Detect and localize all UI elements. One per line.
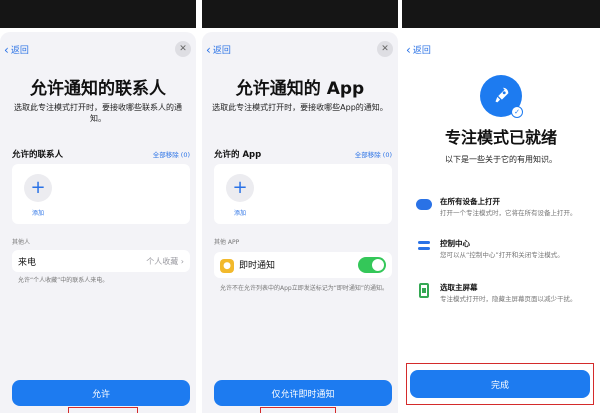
- close-button[interactable]: ✕: [175, 41, 191, 57]
- add-label: 添加: [31, 210, 44, 217]
- focus-ready-sheet: ‹ 返回 ✓ 专注模式已就绪 以下是一些关于它的有用知识。 在所有设备上打开 打…: [402, 32, 600, 413]
- status-bar: [402, 0, 600, 28]
- page-description: 以下是一些关于它的有用知识。: [445, 155, 557, 164]
- feature-detail: 专注模式打开时，隐藏主屏幕页面以减少干扰。: [440, 295, 577, 303]
- back-button[interactable]: ‹ 返回: [406, 42, 431, 57]
- time-sensitive-footnote: 允许不在允许列表中的App立即发送标记为“即时通知”的通知。: [220, 285, 388, 292]
- status-bar: [0, 0, 196, 28]
- highlight-mark: [68, 407, 138, 413]
- back-label: 返回: [10, 46, 29, 56]
- rocket-icon: ✓: [480, 75, 523, 118]
- allowed-contacts-card: + 添加: [12, 164, 190, 224]
- feature-detail: 您可以从“控制中心”打开和关闭专注模式。: [440, 251, 564, 259]
- back-button[interactable]: ‹ 返回: [4, 42, 29, 57]
- add-label: 添加: [233, 210, 246, 217]
- section-header: 允许的 App 全部移除 (0): [214, 148, 392, 160]
- feature-title: 控制中心: [440, 239, 470, 248]
- back-button[interactable]: ‹ 返回: [206, 42, 231, 57]
- calls-footnote: 允许“个人收藏”中的联系人来电。: [18, 277, 109, 284]
- calls-value: 个人收藏 ›: [146, 256, 184, 267]
- contacts-sheet: ‹ 返回 ✕ 允许通知的联系人 选取此专注模式打开时，要接收哪些联系人的通知。 …: [0, 32, 196, 413]
- close-button[interactable]: ✕: [377, 41, 393, 57]
- section-header: 允许的联系人 全部移除 (0): [12, 148, 190, 160]
- plus-icon: +: [232, 177, 248, 198]
- time-sensitive-row: ● 即时通知: [214, 252, 392, 278]
- done-button[interactable]: 完成: [410, 370, 590, 398]
- group-label: 其他人: [12, 239, 31, 246]
- feature-title: 在所有设备上打开: [440, 197, 500, 206]
- page-description: 选取此专注模式打开时，要接收哪些App的通知。: [212, 103, 388, 112]
- group-label: 其他 APP: [214, 239, 240, 246]
- rocket-glyph: [495, 87, 509, 103]
- remove-all-link[interactable]: 全部移除 (0): [153, 149, 190, 159]
- cloud-icon: [416, 196, 432, 212]
- calls-value-text: 个人收藏: [146, 256, 179, 266]
- focus-ready-screen: ‹ 返回 ✓ 专注模式已就绪 以下是一些关于它的有用知识。 在所有设备上打开 打…: [402, 0, 600, 413]
- allow-button[interactable]: 允许: [12, 380, 190, 406]
- calls-row[interactable]: 来电 个人收藏 ›: [12, 250, 190, 272]
- feature-item: 选取主屏幕 专注模式打开时，隐藏主屏幕页面以减少干扰。: [416, 282, 590, 304]
- page-title: 允许通知的联系人: [30, 79, 166, 99]
- check-badge-icon: ✓: [511, 106, 523, 118]
- remove-all-link[interactable]: 全部移除 (0): [355, 149, 392, 159]
- feature-item: 在所有设备上打开 打开一个专注模式时，它将在所有设备上打开。: [416, 196, 590, 218]
- chevron-right-icon: ›: [180, 256, 184, 266]
- home-screen-icon: [416, 282, 432, 298]
- add-contact-button[interactable]: +: [24, 174, 52, 202]
- feature-title: 选取主屏幕: [440, 283, 478, 292]
- feature-text: 选取主屏幕 专注模式打开时，隐藏主屏幕页面以减少干扰。: [440, 282, 577, 304]
- status-bar: [202, 0, 398, 28]
- close-icon: ✕: [381, 44, 389, 54]
- feature-item: 控制中心 您可以从“控制中心”打开和关闭专注模式。: [416, 238, 590, 260]
- back-label: 返回: [212, 46, 231, 56]
- plus-icon: +: [30, 177, 46, 198]
- time-sensitive-label: 即时通知: [239, 260, 276, 271]
- feature-detail: 打开一个专注模式时，它将在所有设备上打开。: [440, 209, 577, 217]
- time-sensitive-toggle[interactable]: [358, 257, 386, 273]
- bell-icon: ●: [220, 258, 234, 273]
- allowed-apps-card: + 添加: [214, 164, 392, 224]
- calls-label: 来电: [18, 257, 37, 268]
- back-label: 返回: [412, 46, 431, 56]
- highlight-mark: [260, 407, 336, 413]
- chevron-left-icon: ‹: [406, 42, 411, 57]
- time-sensitive-label-wrap: ● 即时通知: [220, 258, 275, 273]
- contacts-screen: ‹ 返回 ✕ 允许通知的联系人 选取此专注模式打开时，要接收哪些联系人的通知。 …: [0, 0, 196, 413]
- control-center-icon: [416, 238, 432, 254]
- allow-time-sensitive-button[interactable]: 仅允许即时通知: [214, 380, 392, 406]
- chevron-left-icon: ‹: [206, 42, 211, 57]
- section-heading: 允许的联系人: [12, 150, 64, 160]
- section-heading: 允许的 App: [214, 150, 262, 160]
- apps-screen: ‹ 返回 ✕ 允许通知的 App 选取此专注模式打开时，要接收哪些App的通知。…: [202, 0, 398, 413]
- add-app-button[interactable]: +: [226, 174, 254, 202]
- page-title: 允许通知的 App: [235, 79, 365, 99]
- page-description: 选取此专注模式打开时，要接收哪些联系人的通知。: [14, 103, 182, 123]
- feature-text: 在所有设备上打开 打开一个专注模式时，它将在所有设备上打开。: [440, 196, 577, 218]
- page-title: 专注模式已就绪: [444, 128, 557, 147]
- close-icon: ✕: [179, 44, 187, 54]
- chevron-left-icon: ‹: [4, 42, 9, 57]
- feature-text: 控制中心 您可以从“控制中心”打开和关闭专注模式。: [440, 238, 564, 260]
- apps-sheet: ‹ 返回 ✕ 允许通知的 App 选取此专注模式打开时，要接收哪些App的通知。…: [202, 32, 398, 413]
